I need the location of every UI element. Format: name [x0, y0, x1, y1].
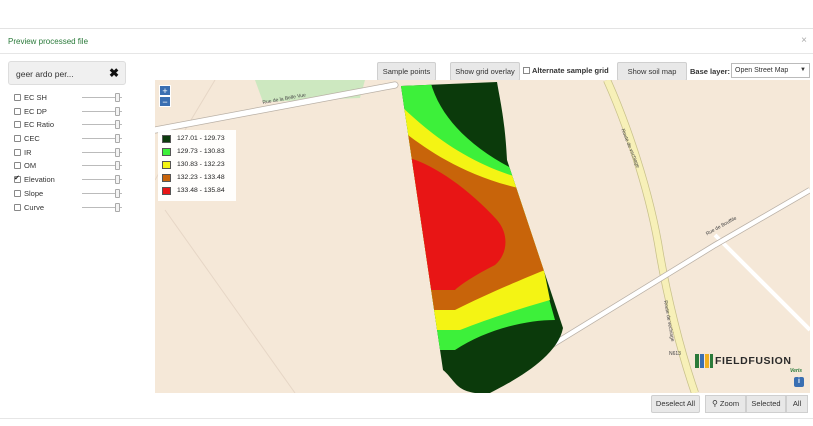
base-layer-select[interactable]: Open Street Map ▼ — [731, 63, 810, 78]
sample-points-button[interactable]: Sample points — [377, 62, 436, 81]
logo-subtext: Veris — [790, 368, 803, 374]
layer-label: CEC — [24, 134, 40, 144]
layer-checkbox[interactable] — [14, 107, 21, 115]
layer-row-ir: IR — [14, 147, 122, 161]
legend-swatch — [162, 148, 171, 156]
legend-label: 129.73 - 130.83 — [177, 148, 225, 155]
map-canvas[interactable]: + − 127.01 - 129.73 129.73 - 130.83 130.83… — [155, 80, 810, 393]
legend-swatch — [162, 161, 171, 169]
preview-dialog: Preview processed file × geer ardo per..… — [0, 0, 813, 426]
zoom-in-button[interactable]: + — [159, 85, 171, 96]
legend-label: 133.48 - 135.84 — [177, 187, 225, 194]
slider-handle[interactable] — [115, 93, 120, 102]
deselect-all-button[interactable]: Deselect All — [651, 395, 700, 413]
legend-item: 129.73 - 130.83 — [162, 146, 232, 159]
show-soil-map-button[interactable]: Show soil map — [617, 62, 687, 81]
legend-swatch — [162, 135, 171, 143]
layer-label: EC SH — [24, 93, 47, 102]
layer-list: EC SH EC DP EC Ratio CEC IR OM Elevation Slope C… — [14, 92, 122, 216]
base-layer-label: Base layer: — [690, 67, 731, 76]
slider-handle[interactable] — [115, 161, 120, 171]
field-selector-value: geer ardo per... — [16, 69, 74, 79]
chevron-down-icon: ▼ — [800, 67, 806, 73]
legend-swatch — [162, 187, 171, 195]
layer-label: Slope — [24, 188, 44, 198]
layer-checkbox[interactable] — [14, 94, 21, 101]
fieldfusion-logo-icon — [695, 354, 713, 368]
layer-checkbox[interactable] — [14, 162, 21, 170]
layer-row-ec-ratio: EC Ratio — [14, 119, 122, 133]
legend-label: 127.01 - 129.73 — [177, 135, 225, 142]
layer-label: OM — [24, 161, 37, 171]
minor-path — [164, 209, 296, 393]
close-icon[interactable]: × — [801, 35, 807, 46]
legend-item: 133.48 - 135.84 — [162, 185, 232, 198]
layer-row-curve: Curve — [14, 202, 122, 216]
legend-label: 130.83 - 132.23 — [177, 161, 225, 168]
layer-label: IR — [24, 147, 32, 157]
map-base-layer — [155, 80, 810, 393]
header-divider — [0, 53, 813, 54]
legend-swatch — [162, 174, 171, 182]
minor-road — [713, 233, 810, 332]
dialog-title: Preview processed file — [8, 37, 89, 46]
layer-label: EC DP — [24, 106, 47, 116]
slider-handle[interactable] — [115, 188, 120, 198]
footer-divider — [0, 418, 813, 419]
all-button[interactable]: All — [786, 395, 808, 413]
slider-handle[interactable] — [115, 147, 120, 157]
layer-label: Curve — [24, 202, 45, 212]
layer-checkbox[interactable] — [14, 121, 21, 129]
layer-label: Elevation — [24, 175, 55, 185]
road-vechiage — [604, 80, 699, 393]
legend-item: 132.23 - 133.48 — [162, 172, 232, 185]
field-selector[interactable]: geer ardo per... ✖ — [8, 61, 126, 85]
zoom-button-label: Zoom — [719, 399, 740, 408]
zoom-out-button[interactable]: − — [159, 96, 171, 107]
alternate-sample-grid-label: Alternate sample grid — [532, 66, 609, 75]
slider-handle[interactable] — [115, 175, 120, 185]
slider-handle[interactable] — [115, 106, 120, 116]
elevation-legend: 127.01 - 129.73 129.73 - 130.83 130.83 - 1… — [158, 130, 236, 201]
layer-row-ec-dp: EC DP — [14, 106, 122, 120]
layer-row-om: OM — [14, 160, 122, 174]
slider-handle[interactable] — [115, 120, 120, 130]
legend-item: 130.83 - 132.23 — [162, 159, 232, 172]
layer-checkbox[interactable] — [14, 174, 21, 184]
slider-handle[interactable] — [115, 134, 120, 144]
top-divider — [0, 28, 813, 29]
clear-field-icon[interactable]: ✖ — [109, 66, 119, 80]
binoculars-icon: ⚲ — [711, 399, 718, 408]
legend-label: 132.23 - 133.48 — [177, 174, 225, 181]
selected-button[interactable]: Selected — [746, 395, 786, 413]
info-icon[interactable]: i — [794, 377, 804, 387]
layer-checkbox[interactable] — [14, 189, 21, 197]
zoom-button[interactable]: ⚲ Zoom — [705, 395, 746, 413]
layer-row-cec: CEC — [14, 133, 122, 147]
layer-row-ec-sh: EC SH — [14, 92, 122, 106]
legend-item: 127.01 - 129.73 — [162, 133, 232, 146]
layer-checkbox[interactable] — [14, 203, 21, 211]
slider-handle[interactable] — [115, 202, 120, 212]
layer-label: EC Ratio — [24, 120, 55, 130]
route-number-label: N613 — [669, 351, 681, 357]
layer-row-elevation: Elevation — [14, 174, 122, 188]
logo-text: FIELDFUSION — [715, 355, 792, 367]
base-layer-value: Open Street Map — [735, 67, 789, 74]
alternate-sample-grid-checkbox[interactable] — [523, 67, 530, 74]
layer-checkbox[interactable] — [14, 148, 21, 156]
layer-row-slope: Slope — [14, 188, 122, 202]
layer-checkbox[interactable] — [14, 135, 21, 143]
show-grid-overlay-button[interactable]: Show grid overlay — [450, 62, 520, 81]
